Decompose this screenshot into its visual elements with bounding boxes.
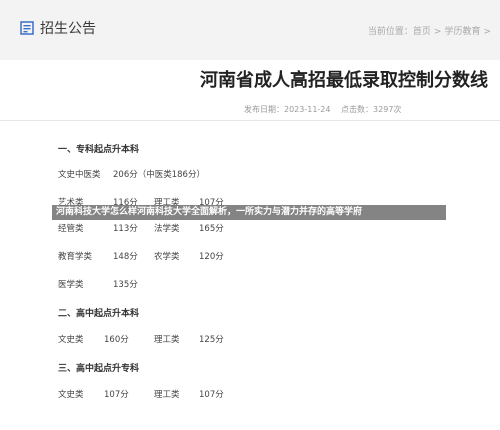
score-value: 135分 (113, 280, 138, 290)
page-title: 河南省成人高招最低录取控制分数线 (200, 70, 488, 91)
score-value: 165分 (199, 224, 224, 234)
category-label: 文史类 (58, 390, 84, 400)
category-label: 农学类 (154, 252, 180, 262)
score-value: 120分 (199, 252, 224, 262)
score-value: 206分（中医类186分） (113, 170, 205, 180)
breadcrumb-section-link[interactable]: 学历教育 (444, 27, 480, 37)
view-count: 点击数：3297次 (341, 105, 402, 114)
category-label: 文史中医类 (58, 170, 101, 180)
category-label: 法学类 (154, 224, 180, 234)
section-heading: 一、专科起点升本科 (58, 145, 140, 155)
divider (0, 120, 500, 121)
score-value: 148分 (113, 252, 138, 262)
category-label: 医学类 (58, 280, 84, 290)
section-heading: 二、高中起点升本科 (58, 309, 140, 319)
category-label: 文史类 (58, 335, 84, 345)
category-label: 经管类 (58, 224, 84, 234)
score-value: 125分 (199, 335, 224, 345)
brand: 招生公告 (20, 18, 96, 38)
category-label: 理工类 (154, 335, 180, 345)
category-label: 理工类 (154, 390, 180, 400)
section-title: 招生公告 (40, 21, 96, 37)
category-label: 教育学类 (58, 252, 93, 262)
article-meta: 发布日期：2023-11-24 点击数：3297次 (244, 104, 409, 115)
breadcrumb: 当前位置：首页 > 学历教育 > (368, 24, 494, 37)
breadcrumb-separator: > (433, 27, 442, 37)
breadcrumb-prefix: 当前位置： (367, 27, 413, 37)
document-list-icon (20, 21, 34, 35)
section-heading: 三、高中起点升专科 (58, 364, 140, 374)
breadcrumb-separator: > (483, 27, 491, 37)
publish-date: 发布日期：2023-11-24 (244, 105, 331, 114)
score-value: 107分 (104, 390, 129, 400)
score-value: 113分 (113, 224, 138, 234)
header-bar: 招生公告 当前位置：首页 > 学历教育 > (0, 0, 500, 60)
score-value: 107分 (199, 390, 224, 400)
score-value: 160分 (104, 335, 129, 345)
breadcrumb-home-link[interactable]: 首页 (413, 27, 431, 37)
overlay-caption-banner[interactable]: 河南科技大学怎么样河南科技大学全面解析，一所实力与潜力并存的高等学府 (52, 205, 446, 220)
